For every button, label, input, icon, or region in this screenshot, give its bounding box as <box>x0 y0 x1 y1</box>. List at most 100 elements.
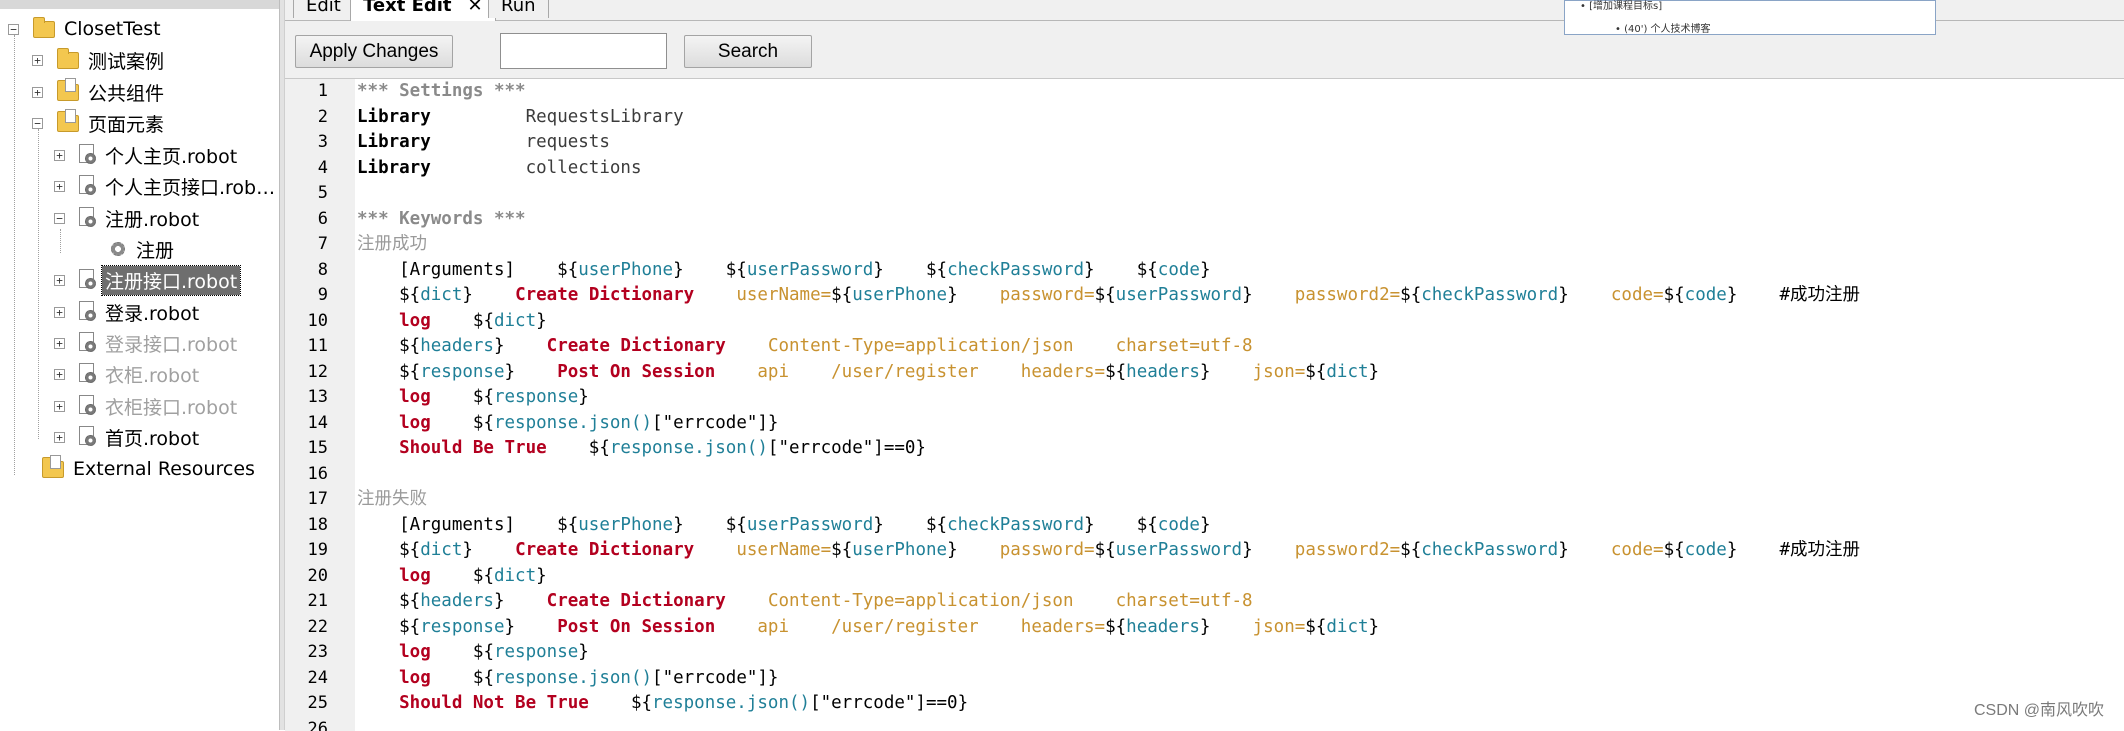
code-token: } <box>505 617 558 637</box>
code-token: } <box>536 311 547 331</box>
code-line: 11 ${headers} Create Dictionary Content-… <box>285 334 2124 360</box>
code-token: } <box>1242 285 1253 305</box>
code-line: 3Library requests <box>285 130 2124 156</box>
code-text: log ${dict} <box>357 309 547 335</box>
collapse-icon[interactable]: − <box>32 118 43 129</box>
code-line: 21 ${headers} Create Dictionary Content-… <box>285 589 2124 615</box>
tree-node-label: 衣柜接口.robot <box>102 392 240 421</box>
code-token: Post On Session <box>557 617 715 637</box>
code-token: Library <box>357 132 431 152</box>
tree-node-file[interactable]: + 登录接口.robot <box>54 329 240 357</box>
code-token: log <box>357 311 431 331</box>
line-number: 19 <box>285 538 328 564</box>
code-text: log ${response.json()["errcode"]} <box>357 666 778 692</box>
expand-icon[interactable]: + <box>32 55 43 66</box>
code-line: 17注册失败 <box>285 487 2124 513</box>
code-token: Library <box>357 107 431 127</box>
code-token: userPhone <box>578 515 673 535</box>
collapse-icon[interactable]: − <box>8 24 19 35</box>
tree-connector <box>14 35 15 475</box>
tab-text-edit[interactable]: Text Edit✕ <box>350 0 496 21</box>
code-token: log <box>357 668 431 688</box>
popup-line: • [增加课程目标s] <box>1580 0 1662 12</box>
expand-icon[interactable]: + <box>54 275 65 286</box>
code-token: ${ <box>431 387 494 407</box>
code-token: userPassword <box>1116 540 1242 560</box>
tree-node-file[interactable]: + 个人主页.robot <box>54 141 240 169</box>
code-text: Library RequestsLibrary <box>357 105 684 131</box>
tree-node-label: ClosetTest <box>61 17 164 41</box>
code-editor[interactable]: 1 *** Settings ***2Library RequestsLibrar… <box>285 78 2124 731</box>
project-tree[interactable]: − ClosetTest + 测试案例 + 公共组件 − 页面元素 + 个人主页… <box>0 0 279 730</box>
apply-changes-button[interactable]: Apply Changes <box>295 35 453 68</box>
line-number: 17 <box>285 487 328 513</box>
line-number: 13 <box>285 385 328 411</box>
code-token: dict <box>1326 617 1368 637</box>
collapse-icon[interactable]: − <box>54 213 65 224</box>
tree-node-file[interactable]: + 首页.robot <box>54 423 202 451</box>
code-token: } <box>1369 362 1380 382</box>
tree-node-file[interactable]: + 登录.robot <box>54 298 202 326</box>
code-token: headers <box>420 336 494 356</box>
tree-node-page-elements[interactable]: − 页面元素 <box>32 109 167 137</box>
expand-icon[interactable]: + <box>54 401 65 412</box>
tree-node-keyword[interactable]: 注册 <box>108 235 177 263</box>
tree-node-label: External Resources <box>70 457 258 481</box>
tree-node-file[interactable]: + 衣柜接口.robot <box>54 392 240 420</box>
code-token: } <box>1558 285 1569 305</box>
tab-run[interactable]: Run <box>488 0 549 18</box>
tree-node-file[interactable]: − 注册.robot <box>54 204 202 232</box>
expand-icon[interactable]: + <box>54 432 65 443</box>
code-token: log <box>357 566 431 586</box>
search-button[interactable]: Search <box>684 35 812 68</box>
code-token: } <box>536 566 547 586</box>
code-text: ${headers} Create Dictionary Content-Typ… <box>357 589 1253 615</box>
tree-node-external-resources[interactable]: External Resources <box>42 455 258 483</box>
expand-icon[interactable]: + <box>32 87 43 98</box>
code-token: } <box>1727 540 1738 560</box>
robot-file-icon <box>79 395 97 417</box>
expand-icon[interactable]: + <box>54 338 65 349</box>
code-token: ${ <box>547 438 610 458</box>
code-line: 2Library RequestsLibrary <box>285 105 2124 131</box>
code-text: log ${response} <box>357 640 589 666</box>
code-token: ${ <box>357 540 420 560</box>
code-token: } <box>947 540 958 560</box>
code-token: code <box>1158 515 1200 535</box>
code-token: collections <box>431 158 642 178</box>
expand-icon[interactable]: + <box>54 369 65 380</box>
tree-node-file[interactable]: + 衣柜.robot <box>54 360 202 388</box>
code-token: headers <box>420 591 494 611</box>
tree-node-file[interactable]: + 个人主页接口.rob… <box>54 172 278 200</box>
code-token: ${ <box>1664 540 1685 560</box>
tree-root[interactable]: − ClosetTest <box>8 15 164 43</box>
code-token: api /user/register headers= <box>715 617 1105 637</box>
expand-icon[interactable]: + <box>54 307 65 318</box>
tree-node-test-cases[interactable]: + 测试案例 <box>32 46 167 74</box>
code-token: ${ <box>357 336 420 356</box>
tab-label: Run <box>501 0 536 16</box>
code-token: code <box>1685 285 1727 305</box>
code-token: userName= <box>694 285 831 305</box>
code-token: } ${ <box>673 515 747 535</box>
line-number: 1 <box>285 79 328 105</box>
code-token: requests <box>431 132 610 152</box>
close-icon[interactable]: ✕ <box>468 0 483 16</box>
tree-node-file-selected[interactable]: + 注册接口.robot <box>54 266 240 294</box>
robot-file-icon <box>79 426 97 448</box>
code-token: } ${ <box>1084 515 1158 535</box>
tree-node-label: 测试案例 <box>85 46 167 75</box>
tree-node-common-components[interactable]: + 公共组件 <box>32 78 167 106</box>
line-number: 4 <box>285 156 328 182</box>
code-text: *** Settings *** <box>357 79 526 105</box>
expand-icon[interactable]: + <box>54 150 65 161</box>
code-token: } <box>1242 540 1253 560</box>
search-input[interactable] <box>500 33 667 69</box>
tab-edit[interactable]: Edit <box>293 0 354 18</box>
code-line: 25 Should Not Be True ${response.json()[… <box>285 691 2124 717</box>
line-number: 16 <box>285 462 328 488</box>
expand-icon[interactable]: + <box>54 181 65 192</box>
code-token: ${ <box>357 362 420 382</box>
folder-icon <box>57 52 79 69</box>
tree-connector <box>38 129 39 439</box>
